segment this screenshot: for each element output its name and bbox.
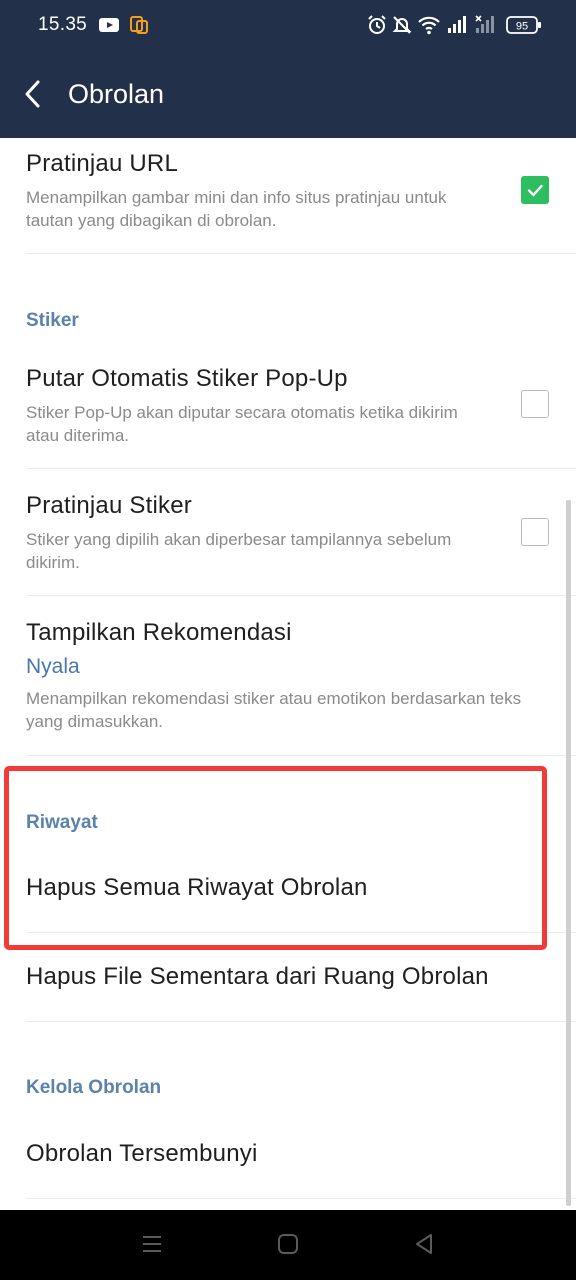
setting-sticker-preview[interactable]: Pratinjau Stiker Stiker yang dipilih aka… (26, 492, 556, 574)
page-title: Obrolan (68, 79, 165, 109)
divider (26, 595, 576, 596)
setting-title: Obrolan Tersembunyi (26, 1140, 258, 1167)
scrollbar[interactable] (566, 500, 571, 1206)
setting-hidden-chats[interactable]: Obrolan Tersembunyi (26, 1140, 556, 1168)
setting-title: Hapus File Sementara dari Ruang Obrolan (26, 963, 489, 990)
setting-title: Pratinjau Stiker (26, 492, 192, 519)
app-bar: Obrolan (0, 50, 576, 138)
screen-mirror-icon (128, 14, 150, 41)
divider (26, 755, 576, 756)
settings-list[interactable]: Pratinjau URL Menampilkan gambar mini da… (0, 138, 576, 1210)
status-time: 15.35 (38, 14, 88, 35)
home-button[interactable] (276, 1232, 300, 1261)
setting-title: Pratinjau URL (26, 150, 179, 177)
home-icon (278, 1234, 298, 1254)
back-nav-button[interactable] (412, 1232, 436, 1261)
url-preview-checkbox[interactable] (521, 176, 549, 204)
section-header-stiker: Stiker (26, 310, 79, 331)
setting-title: Tampilkan Rekomendasi (26, 619, 292, 646)
menu-icon (143, 1236, 161, 1252)
sticker-autoplay-checkbox[interactable] (521, 390, 549, 418)
setting-url-preview[interactable]: Pratinjau URL Menampilkan gambar mini da… (26, 150, 556, 232)
divider (26, 1021, 576, 1022)
nav-bar (0, 1210, 576, 1280)
setting-value: Nyala (26, 655, 80, 678)
youtube-icon (98, 14, 120, 41)
divider (26, 253, 576, 254)
setting-sticker-autoplay[interactable]: Putar Otomatis Stiker Pop-Up Stiker Pop-… (26, 365, 556, 447)
back-triangle-icon (416, 1234, 432, 1254)
status-bar: 15.35 95 (0, 0, 576, 50)
bell-mute-icon (391, 14, 413, 41)
checkmark-icon (527, 184, 543, 197)
setting-description: Menampilkan gambar mini dan info situs p… (26, 188, 447, 230)
sticker-preview-checkbox[interactable] (521, 518, 549, 546)
menu-button[interactable] (140, 1232, 164, 1261)
divider (26, 1198, 576, 1199)
signal-icon (446, 14, 468, 41)
battery-icon: 95 (506, 15, 542, 40)
highlight-box (4, 766, 547, 950)
setting-description: Stiker yang dipilih akan diperbesar tamp… (26, 530, 452, 572)
setting-title: Putar Otomatis Stiker Pop-Up (26, 365, 348, 392)
signal-x-icon (474, 14, 496, 41)
chevron-left-icon (25, 80, 40, 108)
back-button[interactable] (14, 72, 54, 116)
setting-description: Menampilkan rekomendasi stiker atau emot… (26, 689, 522, 731)
section-header-kelola-obrolan: Kelola Obrolan (26, 1077, 162, 1098)
setting-recommendations[interactable]: Tampilkan Rekomendasi Nyala Menampilkan … (26, 619, 556, 733)
battery-level: 95 (516, 21, 528, 33)
setting-delete-temp-files[interactable]: Hapus File Sementara dari Ruang Obrolan (26, 963, 556, 991)
setting-description: Stiker Pop-Up akan diputar secara otomat… (26, 403, 458, 445)
divider (26, 468, 576, 469)
alarm-icon (366, 14, 388, 41)
wifi-icon (417, 14, 441, 41)
